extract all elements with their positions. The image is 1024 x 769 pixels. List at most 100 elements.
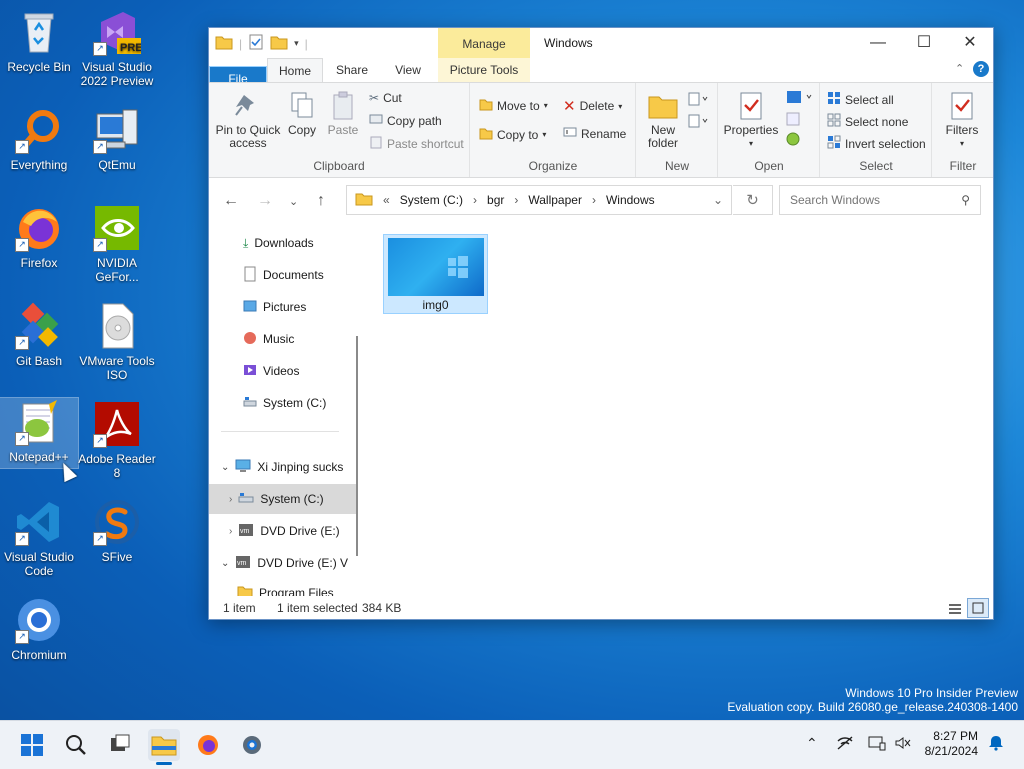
recent-locations-chevron-icon[interactable]: ⌄ <box>289 195 298 208</box>
desktop-icon-visual-studio[interactable]: PRE ↗ Visual Studio 2022 Preview <box>78 8 156 88</box>
tab-manage[interactable]: Manage <box>438 28 530 58</box>
collapse-ribbon-icon[interactable]: ⌃ <box>955 62 964 75</box>
new-item-icon[interactable] <box>687 91 709 110</box>
select-none-icon <box>827 113 841 130</box>
help-icon[interactable]: ? <box>973 61 989 77</box>
firefox-taskbar-icon[interactable] <box>192 729 224 761</box>
system-clock[interactable]: 8:27 PM 8/21/2024 <box>925 729 978 759</box>
close-button[interactable]: ✕ <box>947 28 993 58</box>
select-all-button[interactable]: Select all <box>827 91 894 108</box>
select-none-button[interactable]: Select none <box>827 113 908 130</box>
scrollbar-thumb[interactable] <box>356 336 358 556</box>
edit-icon[interactable] <box>785 111 801 130</box>
show-hidden-icons-chevron-icon[interactable]: ⌃ <box>806 735 818 752</box>
nav-item-downloads[interactable]: ⤓ Downloads 📌 <box>209 228 357 258</box>
move-to-button[interactable]: Move to ▾ <box>479 97 548 114</box>
nav-scrollbar[interactable] <box>356 226 360 596</box>
start-windows-icon[interactable] <box>16 729 48 761</box>
title-bar[interactable]: | ▾ | Manage Windows — ☐ ✕ <box>209 28 993 58</box>
chevron-down-icon: ▾ <box>618 101 623 111</box>
copy-path-icon <box>369 113 383 128</box>
notification-bell-icon[interactable] <box>988 735 1004 754</box>
cut-button[interactable]: ✂ Cut <box>369 91 402 105</box>
nav-item-program-files[interactable]: Program Files <box>209 578 357 596</box>
display-icon[interactable] <box>868 735 886 754</box>
desktop-icon-git-bash[interactable]: ↗ Git Bash <box>0 302 78 368</box>
open-with-icon[interactable] <box>785 89 813 108</box>
breadcrumb-wallpaper[interactable]: Wallpaper <box>528 193 582 207</box>
desktop-icon-sfive[interactable]: ↗ SFive <box>78 498 156 564</box>
new-folder-button[interactable]: New folder <box>643 91 683 150</box>
paste-shortcut-button[interactable]: Paste shortcut <box>369 135 464 152</box>
breadcrumb-windows[interactable]: Windows <box>606 193 655 207</box>
rename-button[interactable]: Rename <box>563 126 626 141</box>
address-dropdown-chevron-icon[interactable]: ⌄ <box>713 193 723 207</box>
nav-item-this-pc[interactable]: ⌄ Xi Jinping sucks <box>209 452 357 482</box>
nav-item-label: DVD Drive (E:) V <box>257 556 349 570</box>
delete-button[interactable]: ✕ Delete ▾ <box>563 97 622 115</box>
desktop-icon-vmware-tools[interactable]: VMware Tools ISO <box>78 302 156 382</box>
refresh-icon[interactable]: ↻ <box>733 185 773 215</box>
invert-selection-button[interactable]: Invert selection <box>827 135 926 152</box>
nav-item-system-c-selected[interactable]: › System (C:) <box>209 484 357 514</box>
tab-share[interactable]: Share <box>329 58 375 82</box>
copy-to-button[interactable]: Copy to ▾ <box>479 126 546 143</box>
copy-path-button[interactable]: Copy path <box>369 113 442 128</box>
tab-picture-tools[interactable]: Picture Tools <box>438 58 530 82</box>
nav-item-documents[interactable]: Documents 📌 <box>209 260 357 290</box>
volume-muted-icon[interactable] <box>894 735 912 754</box>
task-view-icon[interactable] <box>104 729 136 761</box>
tab-home[interactable]: Home <box>267 58 323 82</box>
breadcrumb-bgr[interactable]: bgr <box>487 193 504 207</box>
move-to-icon <box>479 97 493 114</box>
desktop-icon-qtemu[interactable]: ↗ QtEmu <box>78 106 156 172</box>
chevron-right-icon: › <box>229 493 233 505</box>
paste-button[interactable]: Paste <box>325 91 361 137</box>
nav-item-pictures[interactable]: Pictures 📌 <box>209 292 357 322</box>
network-offline-icon[interactable] <box>836 735 854 754</box>
settings-gear-icon[interactable] <box>236 729 268 761</box>
easy-access-icon[interactable] <box>687 113 709 132</box>
desktop-icon-nvidia[interactable]: ↗ NVIDIA GeFor... <box>78 204 156 284</box>
file-explorer-taskbar-icon[interactable] <box>148 729 180 765</box>
breadcrumb-system-c[interactable]: System (C:) <box>400 193 463 207</box>
desktop-icon-adobe-reader[interactable]: ↗ Adobe Reader 8 <box>78 400 156 480</box>
properties-check-icon[interactable] <box>248 34 264 53</box>
chevron-down-icon[interactable]: ▾ <box>294 38 299 49</box>
maximize-button[interactable]: ☐ <box>901 28 947 58</box>
desktop-icon-everything[interactable]: ↗ Everything <box>0 106 78 172</box>
desktop-icon-firefox[interactable]: ↗ Firefox <box>0 204 78 270</box>
search-icon[interactable] <box>60 729 92 761</box>
forward-arrow-icon[interactable]: → <box>257 192 273 210</box>
search-input[interactable] <box>788 192 952 208</box>
history-icon[interactable] <box>785 131 801 150</box>
nav-item-videos[interactable]: Videos 📌 <box>209 356 357 386</box>
back-arrow-icon[interactable]: ← <box>223 192 239 210</box>
properties-button[interactable]: Properties ▾ <box>723 91 779 150</box>
image-thumbnail <box>387 238 484 296</box>
monitor-icon <box>235 459 251 476</box>
nav-item-dvd-e[interactable]: › vm DVD Drive (E:) <box>209 516 357 546</box>
breadcrumb-overflow[interactable]: « <box>383 193 390 207</box>
desktop-icon-label: SFive <box>101 550 133 564</box>
address-bar[interactable]: « System (C:) › bgr › Wallpaper › Window… <box>346 185 732 215</box>
desktop-icon-vscode[interactable]: ↗ Visual Studio Code <box>0 498 78 578</box>
details-view-icon[interactable] <box>947 601 963 623</box>
desktop-icon-recycle-bin[interactable]: Recycle Bin <box>0 8 78 74</box>
nav-item-system-c[interactable]: System (C:) <box>209 388 357 418</box>
minimize-button[interactable]: — <box>855 28 901 58</box>
up-arrow-icon[interactable]: ↑ <box>317 192 325 210</box>
tab-view[interactable]: View <box>385 58 431 82</box>
large-icons-view-icon[interactable] <box>967 598 989 618</box>
file-item-img0[interactable]: img0 <box>383 234 488 314</box>
desktop-icon-chromium[interactable]: ↗ Chromium <box>0 596 78 662</box>
nav-item-dvd-e-expanded[interactable]: ⌄ vm DVD Drive (E:) V <box>209 548 357 578</box>
desktop-icon-notepadpp[interactable]: ↗ Notepad++ <box>0 397 79 469</box>
nav-item-music[interactable]: Music 📌 <box>209 324 357 354</box>
organize-group-label: Organize <box>528 159 578 173</box>
copy-button[interactable]: Copy <box>285 91 319 137</box>
pin-quick-access-button[interactable]: Pin to Quick access <box>215 91 281 150</box>
new-folder-icon[interactable] <box>270 34 288 53</box>
search-box[interactable]: ⚲ <box>779 185 981 215</box>
filters-button[interactable]: Filters ▾ <box>939 91 985 150</box>
